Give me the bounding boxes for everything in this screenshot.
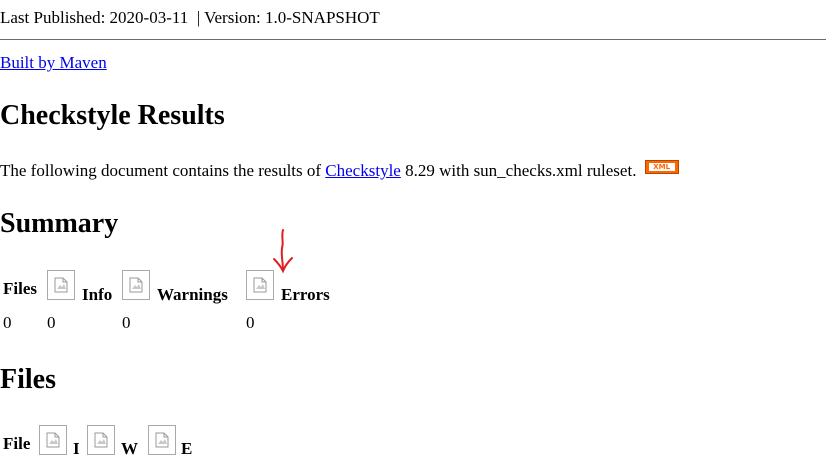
summary-value-info: 0 <box>47 313 56 332</box>
red-arrow-icon <box>273 229 293 274</box>
files-header-errors: E <box>181 439 193 458</box>
xml-badge-label: XML <box>648 163 675 171</box>
built-by-maven-link[interactable]: Built by Maven <box>0 53 107 73</box>
maven-report-page: Last Published: 2020-03-11 | Version: 1.… <box>0 0 826 473</box>
summary-header-info: Info <box>82 285 113 304</box>
publish-banner: Last Published: 2020-03-11 | Version: 1.… <box>0 8 380 28</box>
files-header-warnings: W <box>121 439 138 458</box>
broken-image-icon <box>148 425 176 455</box>
intro-prefix: The following document contains the resu… <box>0 161 326 180</box>
broken-image-icon <box>87 425 115 455</box>
banner-separator: | <box>188 8 205 27</box>
summary-heading: Summary <box>0 208 119 239</box>
checkstyle-link[interactable]: Checkstyle <box>325 161 401 180</box>
header-divider <box>0 39 826 40</box>
broken-image-icon <box>122 270 150 300</box>
summary-value-warnings: 0 <box>122 313 131 332</box>
summary-value-errors: 0 <box>246 313 255 332</box>
summary-value-files: 0 <box>3 313 12 332</box>
summary-header-files: Files <box>3 279 37 298</box>
intro-suffix: 8.29 with sun_checks.xml ruleset. <box>400 161 637 180</box>
files-heading: Files <box>0 364 56 395</box>
broken-image-icon <box>246 270 274 300</box>
summary-header-warnings: Warnings <box>157 285 228 304</box>
broken-image-icon <box>47 270 75 300</box>
intro-paragraph: The following document contains the resu… <box>0 160 679 181</box>
summary-header-errors: Errors <box>281 285 330 304</box>
page-title: Checkstyle Results <box>0 100 225 131</box>
last-published: Last Published: 2020-03-11 <box>0 8 189 27</box>
files-header-file: File <box>3 434 31 453</box>
xml-feed-icon[interactable]: XML <box>644 160 679 174</box>
files-header-info: I <box>73 439 80 458</box>
broken-image-icon <box>39 425 67 455</box>
version-label: Version: 1.0-SNAPSHOT <box>204 8 380 27</box>
